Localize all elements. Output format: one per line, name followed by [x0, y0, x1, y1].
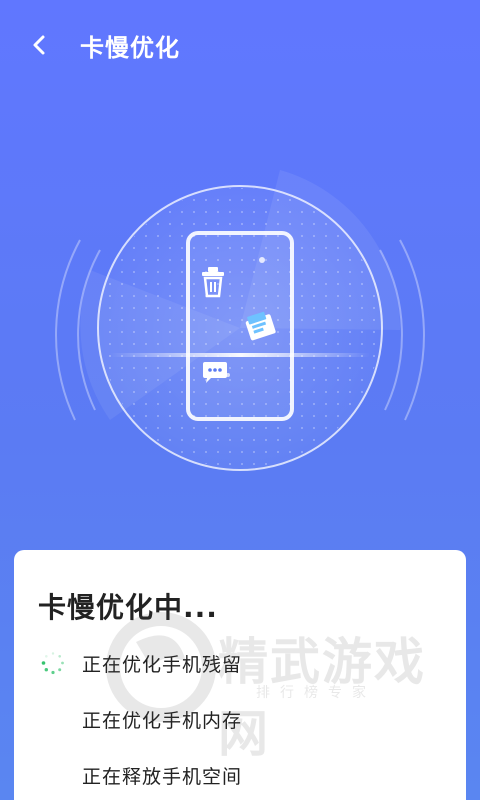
back-arrow-icon — [33, 35, 45, 55]
watermark: 精武游戏网 排行榜专家 — [106, 612, 466, 763]
watermark-subtext: 排行榜专家 — [256, 685, 376, 701]
watermark-logo-icon — [106, 612, 216, 722]
top-bar: 卡慢优化 — [0, 0, 480, 92]
loading-spinner-icon — [38, 648, 68, 678]
phone-outline-icon — [186, 231, 294, 421]
back-button[interactable] — [24, 30, 54, 60]
page-title: 卡慢优化 — [80, 34, 180, 62]
scan-illustration — [0, 150, 480, 520]
task-status-placeholder — [38, 704, 68, 734]
task-status-placeholder — [38, 760, 68, 790]
